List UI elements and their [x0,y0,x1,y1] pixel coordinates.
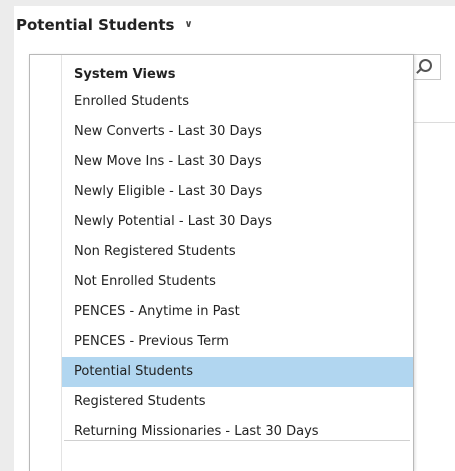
group-header-system-views: System Views [74,67,176,82]
search-icon [419,59,432,72]
view-dropdown: System Views Enrolled Students New Conve… [29,54,414,471]
divider [414,122,455,123]
search-button[interactable] [414,54,441,80]
view-item-returning-missionaries[interactable]: Returning Missionaries - Last 30 Days [62,417,413,447]
current-view-title: Potential Students [16,16,175,34]
chevron-down-icon: ∨ [184,18,193,30]
view-item-new-move-ins[interactable]: New Move Ins - Last 30 Days [62,147,413,177]
view-item-pences-previous[interactable]: PENCES - Previous Term [62,327,413,357]
view-item-newly-potential[interactable]: Newly Potential - Last 30 Days [62,207,413,237]
view-item-not-enrolled[interactable]: Not Enrolled Students [62,267,413,297]
view-item-newly-eligible[interactable]: Newly Eligible - Last 30 Days [62,177,413,207]
view-selector[interactable]: Potential Students ∨ [16,14,193,36]
view-item-new-converts[interactable]: New Converts - Last 30 Days [62,117,413,147]
view-item-registered-students[interactable]: Registered Students [62,387,413,417]
view-item-non-registered[interactable]: Non Registered Students [62,237,413,267]
dropdown-bottom-divider [64,440,410,441]
view-list: System Views Enrolled Students New Conve… [62,63,413,447]
view-item-enrolled-students[interactable]: Enrolled Students [62,87,413,117]
view-item-pences-anytime[interactable]: PENCES - Anytime in Past [62,297,413,327]
view-item-potential-students[interactable]: Potential Students [62,357,413,387]
